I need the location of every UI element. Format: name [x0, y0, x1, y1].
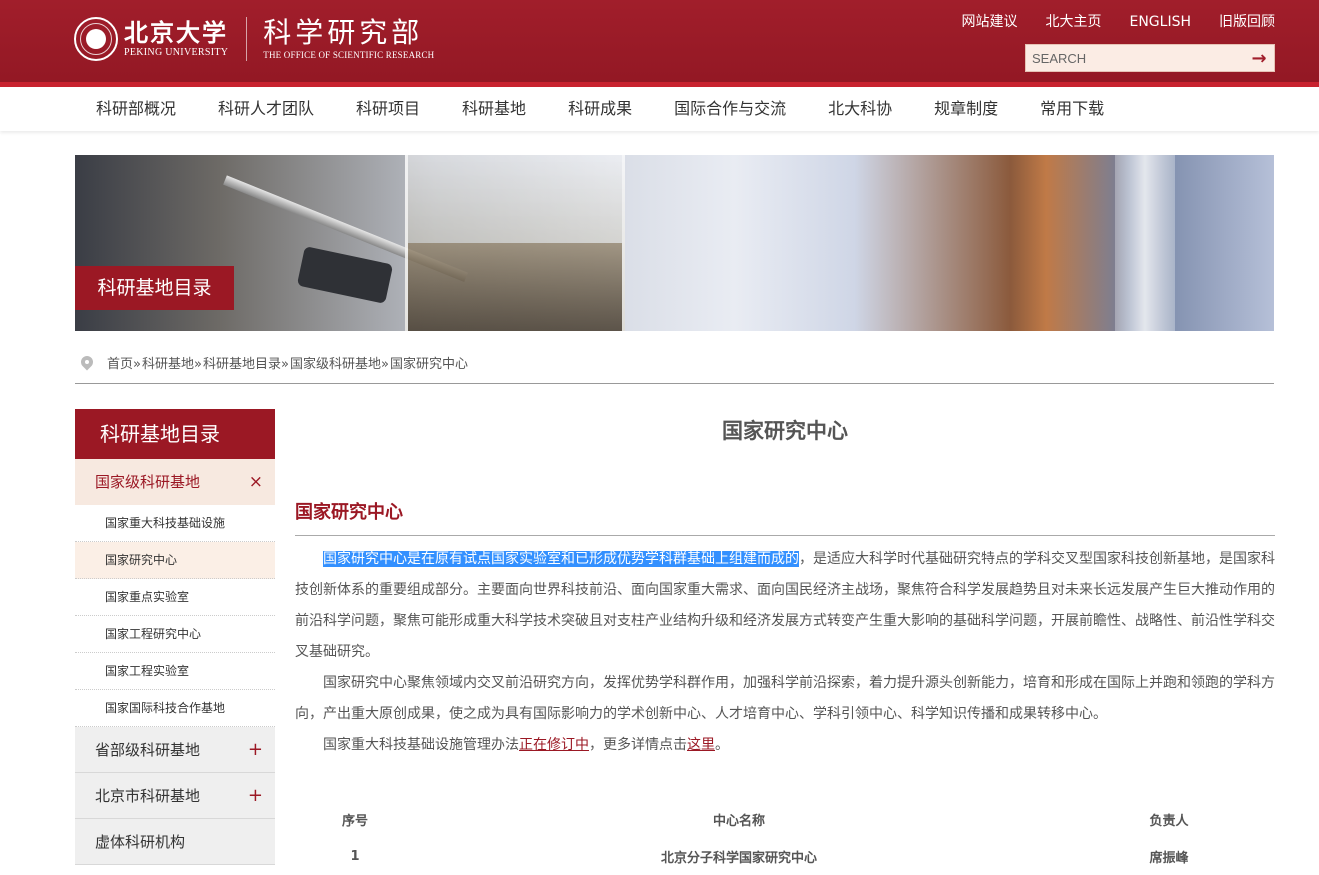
banner-label: 科研基地目录	[75, 266, 234, 310]
breadcrumb-item-national[interactable]: 国家级科研基地	[290, 352, 381, 378]
table-header-no: 序号	[341, 814, 368, 829]
top-link-suggestion[interactable]: 网站建议	[961, 13, 1017, 31]
logo-divider	[246, 17, 248, 61]
table-header-name: 中心名称	[712, 814, 765, 829]
nav-item-projects[interactable]: 科研项目	[335, 87, 441, 131]
department-name: 科学研究部 THE OFFICE OF SCIENTIFIC RESEARCH	[263, 17, 434, 61]
section-title: 国家研究中心	[295, 501, 1275, 536]
sidebar-group-label: 虚体科研机构	[95, 833, 186, 851]
details-link[interactable]: 这里	[687, 737, 715, 753]
expand-icon[interactable]: +	[248, 773, 263, 819]
expand-icon[interactable]: +	[248, 727, 263, 773]
sidebar-group-label: 国家级科研基地	[95, 473, 201, 491]
sidebar-item-engineering-labs[interactable]: 国家工程实验室	[75, 653, 275, 690]
table-cell-leader: 席振峰	[1149, 851, 1189, 866]
top-link-old-version[interactable]: 旧版回顾	[1219, 13, 1275, 31]
revision-link[interactable]: 正在修订中	[519, 737, 589, 753]
collapse-icon[interactable]: ×	[249, 459, 263, 505]
main-content: 国家研究中心 国家研究中心 国家研究中心是在原有试点国家实验室和已形成优势学科群…	[295, 409, 1275, 866]
banner-image	[75, 155, 1274, 331]
sidebar-group-label: 北京市科研基地	[95, 787, 201, 805]
sidebar-item-intl-cooperation[interactable]: 国家国际科技合作基地	[75, 690, 275, 727]
department-name-en: THE OFFICE OF SCIENTIFIC RESEARCH	[263, 50, 435, 60]
search-input[interactable]	[1026, 45, 1244, 71]
sidebar-group-beijing[interactable]: 北京市科研基地 +	[75, 773, 275, 819]
sidebar: 科研基地目录 国家级科研基地 × 国家重大科技基础设施 国家研究中心 国家重点实…	[75, 409, 275, 865]
table-header-leader: 负责人	[1149, 814, 1189, 829]
breadcrumb-item-catalog[interactable]: 科研基地目录	[203, 352, 281, 378]
university-name-cn: 北京大学	[124, 18, 228, 47]
sidebar-item-facilities[interactable]: 国家重大科技基础设施	[75, 505, 275, 542]
main-nav: 科研部概况 科研人才团队 科研项目 科研基地 科研成果 国际合作与交流 北大科协…	[0, 87, 1319, 131]
top-link-english[interactable]: ENGLISH	[1129, 13, 1191, 31]
university-name: 北京大学 PEKING UNIVERSITY	[124, 19, 228, 59]
selected-text: 国家研究中心是在原有试点国家实验室和已形成优势学科群基础上组建而成的	[323, 551, 799, 567]
intro-paragraph-2: 国家研究中心聚焦领域内交叉前沿研究方向，发挥优势学科群作用，加强科学前沿探索，着…	[295, 675, 1275, 722]
breadcrumb-item-home[interactable]: 首页	[107, 352, 133, 378]
breadcrumb-item-bases[interactable]: 科研基地	[142, 352, 194, 378]
table-cell-no: 1	[350, 849, 360, 864]
search-box: →	[1025, 44, 1275, 72]
breadcrumb-item-current: 国家研究中心	[389, 357, 468, 372]
pku-seal-icon	[74, 17, 118, 61]
search-arrow-icon[interactable]: →	[1244, 45, 1274, 71]
nav-item-achievements[interactable]: 科研成果	[547, 87, 653, 131]
sidebar-item-research-centers[interactable]: 国家研究中心	[75, 542, 275, 579]
sidebar-group-provincial[interactable]: 省部级科研基地 +	[75, 727, 275, 773]
site-header: 北京大学 PEKING UNIVERSITY 科学研究部 THE OFFICE …	[0, 0, 1319, 87]
nav-item-bases[interactable]: 科研基地	[441, 87, 547, 131]
sidebar-title: 科研基地目录	[75, 409, 275, 459]
sidebar-group-national[interactable]: 国家级科研基地 ×	[75, 459, 275, 505]
nav-item-downloads[interactable]: 常用下载	[1019, 87, 1125, 131]
table-header-row: 序号 中心名称 负责人	[295, 801, 1275, 838]
department-name-cn: 科学研究部	[263, 16, 424, 49]
sidebar-item-engineering-centers[interactable]: 国家工程研究中心	[75, 616, 275, 653]
sidebar-item-key-labs[interactable]: 国家重点实验室	[75, 579, 275, 616]
table-cell-name: 北京分子科学国家研究中心	[660, 851, 817, 866]
sidebar-group-virtual[interactable]: 虚体科研机构	[75, 819, 275, 865]
nav-item-regulations[interactable]: 规章制度	[913, 87, 1019, 131]
table-row: 1 北京分子科学国家研究中心 席振峰	[295, 838, 1275, 875]
nav-item-talent[interactable]: 科研人才团队	[197, 87, 335, 131]
nav-item-association[interactable]: 北大科协	[807, 87, 913, 131]
intro-paragraph-1: 国家研究中心是在原有试点国家实验室和已形成优势学科群基础上组建而成的，是适应大科…	[295, 551, 1275, 660]
top-links: 网站建议 北大主页 ENGLISH 旧版回顾	[961, 13, 1275, 31]
centers-table: 序号 中心名称 负责人 1 北京分子科学国家研究中心 席振峰	[295, 801, 1275, 875]
university-name-en: PEKING UNIVERSITY	[124, 47, 229, 58]
page-title: 国家研究中心	[722, 419, 848, 443]
breadcrumb: 首页» 科研基地» 科研基地目录» 国家级科研基地» 国家研究中心	[75, 352, 1274, 384]
top-link-pku-home[interactable]: 北大主页	[1045, 13, 1101, 31]
sidebar-group-label: 省部级科研基地	[95, 741, 201, 759]
site-logo[interactable]: 北京大学 PEKING UNIVERSITY 科学研究部 THE OFFICE …	[74, 17, 434, 61]
nav-item-international[interactable]: 国际合作与交流	[653, 87, 807, 131]
intro-paragraph-3: 国家重大科技基础设施管理办法正在修订中，更多详情点击这里。	[323, 737, 729, 753]
nav-item-overview[interactable]: 科研部概况	[75, 87, 197, 131]
location-pin-icon	[81, 356, 93, 372]
